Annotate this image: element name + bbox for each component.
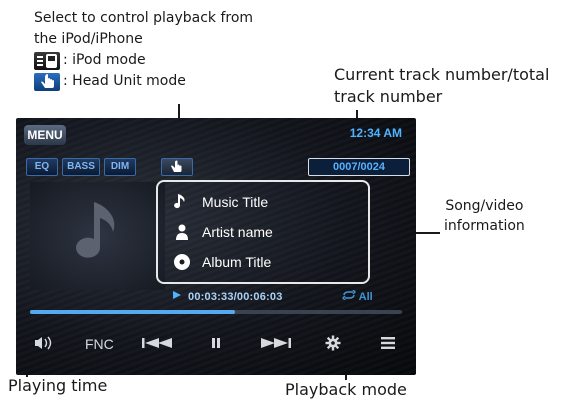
settings-button[interactable] — [319, 330, 347, 358]
clock: 12:34 AM — [349, 126, 402, 140]
disc-icon — [173, 253, 191, 271]
volume-button[interactable] — [30, 330, 58, 358]
album-row: Album Title — [173, 253, 271, 271]
hand-pointer-icon — [170, 160, 184, 177]
previous-track-icon — [141, 336, 175, 352]
ipod-mode-icon — [34, 51, 60, 70]
track-annotation-line1: Current track number/total — [334, 65, 550, 84]
mode-select-text-line2: the iPod/iPhone — [34, 31, 143, 47]
repeat-mode-indicator[interactable]: All — [341, 289, 373, 303]
artist-name: Artist name — [202, 224, 273, 240]
music-note-icon — [76, 202, 115, 258]
menu-button[interactable]: MENU — [24, 125, 66, 145]
menu-list-icon — [380, 336, 396, 353]
playing-time-display: 00:03:33/00:06:03 — [172, 290, 283, 303]
track-number-text: 0007/0024 — [333, 161, 385, 173]
next-track-icon — [258, 336, 292, 352]
progress-fill — [30, 310, 235, 314]
speaker-icon — [34, 336, 54, 353]
song-title: Music Title — [202, 194, 269, 210]
song-info-box: Music Title Artist name Album Title — [156, 180, 370, 284]
playing-time-annotation: Playing time — [8, 376, 108, 395]
fnc-button[interactable]: FNC — [85, 330, 114, 358]
mode-select-text-line1: Select to control playback from — [34, 10, 254, 26]
control-mode-button[interactable] — [161, 158, 193, 176]
playback-mode-annotation: Playback mode — [285, 380, 407, 399]
song-annotation-line1: Song/video — [445, 198, 524, 214]
song-annotation-line2: information — [444, 218, 525, 234]
ipod-mode-legend: : iPod mode — [34, 50, 253, 71]
hand-pointer-icon — [34, 72, 60, 91]
track-number-annotation: Current track number/total track number — [334, 64, 549, 108]
track-annotation-line2: track number — [334, 87, 443, 106]
playing-time: 00:03:33/00:06:03 — [188, 290, 283, 303]
artist-row: Artist name — [173, 223, 273, 241]
play-arrow-icon — [172, 290, 182, 303]
song-info-annotation: Song/video information — [444, 196, 525, 236]
track-number-display: 0007/0024 — [308, 158, 410, 176]
progress-bar[interactable] — [30, 310, 402, 314]
bass-button[interactable]: BASS — [62, 158, 100, 176]
head-unit-mode-label: : Head Unit mode — [63, 73, 186, 89]
album-artwork — [30, 182, 165, 290]
pause-icon — [211, 336, 221, 352]
eq-button[interactable]: EQ — [26, 158, 58, 176]
music-note-icon — [173, 193, 191, 211]
list-menu-button[interactable] — [374, 330, 402, 358]
album-title: Album Title — [202, 254, 272, 270]
control-bar: FNC — [16, 328, 416, 360]
repeat-icon — [341, 289, 359, 303]
head-unit-screen: MENU 12:34 AM EQ BASS DIM 0007/0024 Musi… — [16, 118, 416, 375]
settings-icon — [325, 335, 341, 354]
ipod-mode-label: : iPod mode — [63, 52, 146, 68]
mode-select-annotation: Select to control playback from the iPod… — [34, 8, 253, 92]
person-icon — [173, 223, 191, 241]
head-unit-mode-legend: : Head Unit mode — [34, 71, 253, 92]
next-track-button[interactable] — [258, 330, 292, 358]
repeat-label: All — [358, 291, 373, 303]
song-title-row: Music Title — [173, 193, 268, 211]
previous-track-button[interactable] — [141, 330, 175, 358]
dim-button[interactable]: DIM — [104, 158, 136, 176]
pause-button[interactable] — [202, 330, 230, 358]
